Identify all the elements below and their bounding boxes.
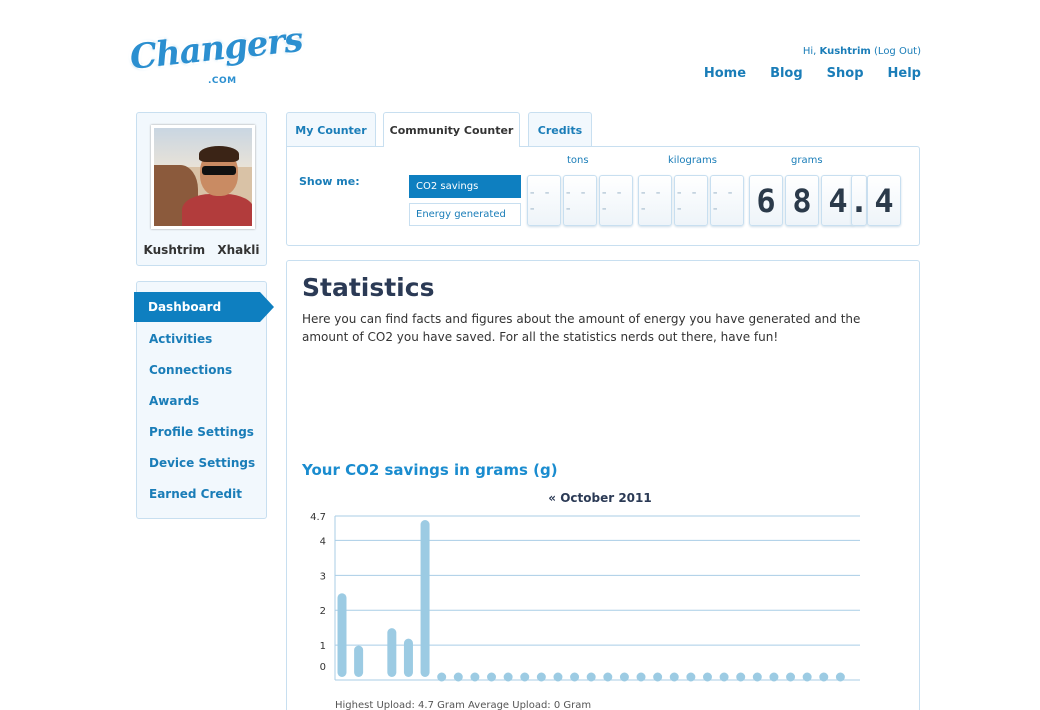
chart-bar[interactable]: [603, 672, 613, 682]
chart-bar[interactable]: [536, 672, 546, 682]
chart-bar[interactable]: [636, 672, 646, 682]
avatar-shirt: [182, 194, 252, 226]
y-tick-label: 4: [320, 536, 326, 547]
sidebar-item-earned-credit[interactable]: Earned Credit: [149, 487, 242, 501]
chart-bar[interactable]: [420, 520, 430, 677]
y-tick-label: 3: [320, 571, 326, 582]
chart-bar[interactable]: [337, 593, 347, 677]
sidebar-item-awards[interactable]: Awards: [149, 394, 199, 408]
chart-bar[interactable]: [453, 672, 463, 682]
digit-empty: - - -: [599, 175, 633, 226]
digit-empty: - - -: [563, 175, 597, 226]
chart-title-month[interactable]: « October 2011: [548, 491, 651, 505]
chart-bar[interactable]: [769, 672, 779, 682]
option-energy-generated[interactable]: Energy generated: [409, 203, 521, 226]
chart-bar[interactable]: [520, 672, 530, 682]
changers-logo[interactable]: Changers .COM: [128, 20, 304, 92]
statistics-description: Here you can find facts and figures abou…: [302, 312, 861, 344]
chart-bar[interactable]: [487, 672, 497, 682]
y-tick-label: 1: [320, 641, 326, 652]
chart-bar[interactable]: [736, 672, 746, 682]
counter-digit: 4: [867, 175, 901, 226]
chart-bar[interactable]: [619, 672, 629, 682]
digit-empty: - - -: [527, 175, 561, 226]
chart-bar[interactable]: [702, 672, 712, 682]
avatar-hair: [199, 146, 239, 162]
nav-home[interactable]: Home: [704, 66, 746, 81]
show-me-label: Show me:: [299, 175, 360, 188]
unit-kilograms: kilograms: [668, 155, 718, 166]
y-tick-label: 4.7: [310, 512, 326, 523]
logo-wordmark: Changers: [128, 19, 305, 78]
top-nav: Home Blog Shop Help: [704, 66, 921, 81]
unit-grams: grams: [791, 155, 823, 166]
counter-decimal-point: .: [849, 175, 869, 226]
nav-shop[interactable]: Shop: [827, 66, 864, 81]
chart-bar[interactable]: [503, 672, 513, 682]
tab-community-counter[interactable]: Community Counter: [383, 112, 520, 147]
user-name-link[interactable]: Kushtrim: [820, 46, 871, 57]
user-greeting: Hi, Kushtrim (Log Out): [803, 46, 921, 57]
chart-bar[interactable]: [387, 628, 397, 677]
greeting-text: Hi,: [802, 46, 817, 57]
chart-bar[interactable]: [586, 672, 596, 682]
chart-bar[interactable]: [403, 638, 413, 677]
counter-digit: 6: [749, 175, 783, 226]
co2-savings-bar-chart: « October 2011 0 1 2 3 4 4.7 Highest Upload: 4.…: [310, 491, 860, 710]
tab-credits[interactable]: Credits: [528, 112, 592, 147]
sidebar-item-device-settings[interactable]: Device Settings: [149, 456, 255, 470]
chart-bar[interactable]: [669, 672, 679, 682]
profile-name: Kushtrim Xhakli: [137, 243, 266, 257]
chart-bar[interactable]: [653, 672, 663, 682]
logout-link[interactable]: (Log Out): [874, 46, 921, 57]
counter-panel: Show me: CO2 savings Energy generated to…: [286, 146, 920, 246]
y-tick-label: 2: [320, 606, 326, 617]
chart-footer-summary: Highest Upload: 4.7 Gram Average Upload:…: [335, 700, 591, 710]
y-tick-label: 0: [320, 662, 326, 673]
option-co2-savings[interactable]: CO2 savings: [409, 175, 521, 198]
digit-empty: - - -: [710, 175, 744, 226]
profile-first-name: Kushtrim: [143, 243, 206, 257]
sidebar-item-activities[interactable]: Activities: [149, 332, 212, 346]
chart-bar[interactable]: [553, 672, 563, 682]
chart-bar[interactable]: [802, 672, 812, 682]
avatar-sunglasses: [202, 166, 236, 175]
sidebar-item-connections[interactable]: Connections: [149, 363, 232, 377]
chart-bar[interactable]: [835, 672, 845, 682]
chart-bar[interactable]: [752, 672, 762, 682]
nav-help[interactable]: Help: [888, 66, 921, 81]
chart-heading: Your CO2 savings in grams (g): [302, 461, 558, 479]
page-title: Statistics: [302, 273, 435, 302]
chart-bar[interactable]: [719, 672, 729, 682]
digit-empty: - - -: [674, 175, 708, 226]
unit-tons: tons: [567, 155, 589, 166]
chart-bar[interactable]: [786, 672, 796, 682]
sidebar-item-profile-settings[interactable]: Profile Settings: [149, 425, 254, 439]
chart-bar[interactable]: [437, 672, 447, 682]
counter-digit: 8: [785, 175, 819, 226]
tab-my-counter[interactable]: My Counter: [286, 112, 376, 147]
chart-bar[interactable]: [686, 672, 696, 682]
profile-card: Kushtrim Xhakli: [136, 112, 267, 266]
chart-bar[interactable]: [354, 645, 364, 677]
digit-empty: - - -: [638, 175, 672, 226]
chart-bar[interactable]: [470, 672, 480, 682]
avatar[interactable]: [151, 125, 255, 229]
chart-bar[interactable]: [570, 672, 580, 682]
logo-domain: .COM: [208, 76, 237, 86]
nav-blog[interactable]: Blog: [770, 66, 803, 81]
profile-last-name: Xhakli: [217, 243, 260, 257]
sidebar-item-dashboard-label[interactable]: Dashboard: [148, 300, 221, 314]
chart-bar[interactable]: [819, 672, 829, 682]
